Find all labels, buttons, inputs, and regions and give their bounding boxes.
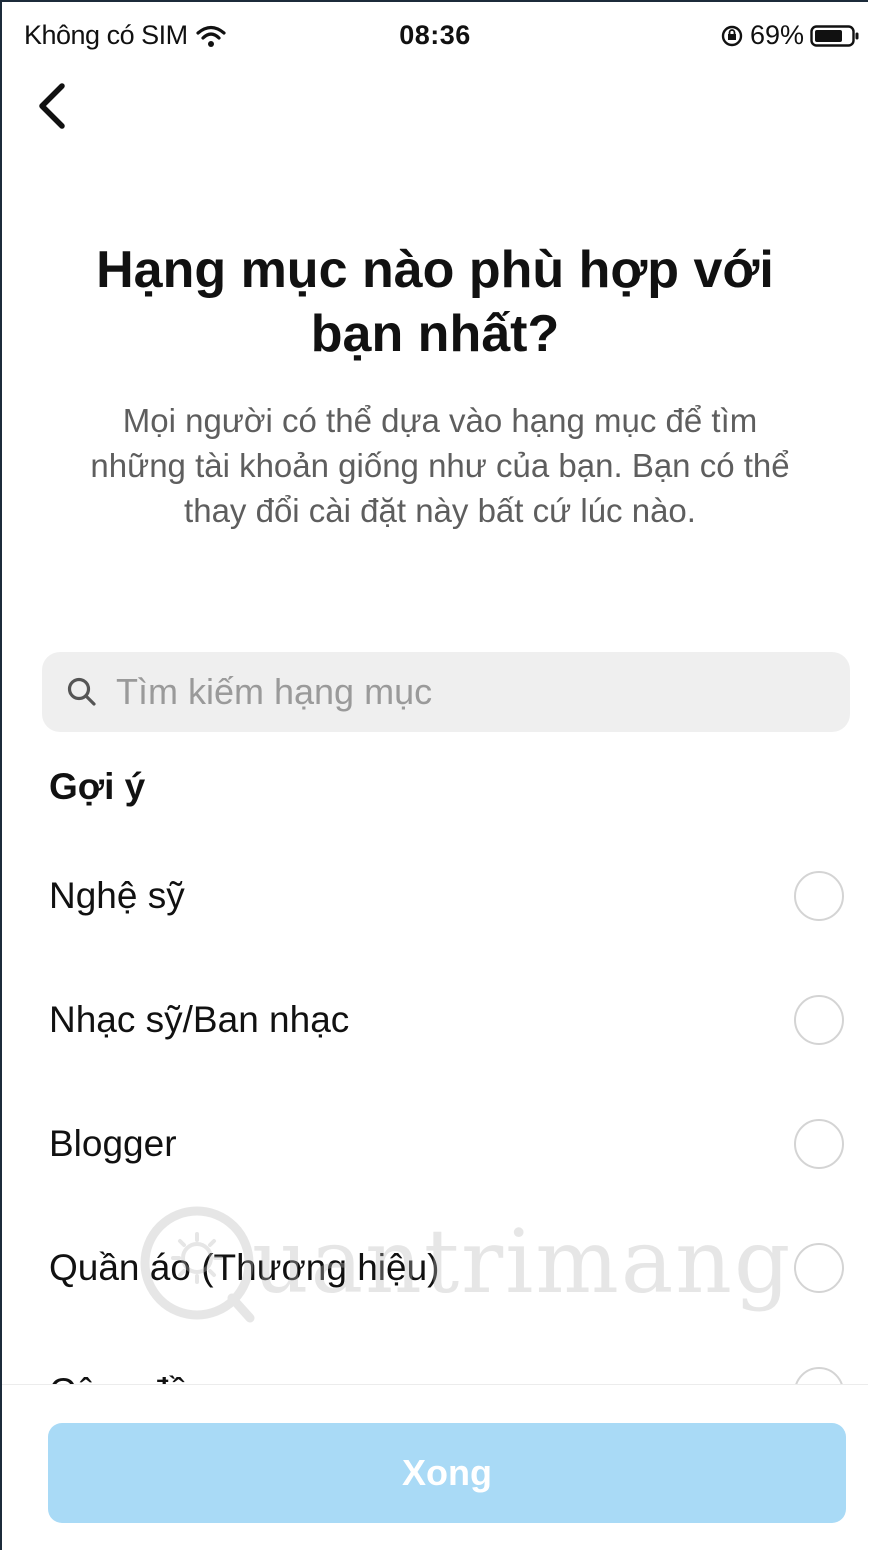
category-item-artist[interactable]: Nghệ sỹ [2, 834, 868, 958]
category-item-musician-band[interactable]: Nhạc sỹ/Ban nhạc [2, 958, 868, 1082]
category-item-blogger[interactable]: Blogger [2, 1082, 868, 1206]
search-box[interactable] [42, 652, 850, 732]
status-right: 69% [720, 20, 860, 51]
footer: Xong [2, 1384, 868, 1550]
category-item-clothing-brand[interactable]: Quần áo (Thương hiệu) [2, 1206, 868, 1330]
suggestions-heading: Gợi ý [49, 766, 146, 807]
back-button[interactable] [24, 80, 80, 136]
battery-icon [810, 24, 860, 48]
radio-button[interactable] [794, 1367, 844, 1384]
radio-button[interactable] [794, 995, 844, 1045]
category-item-community[interactable]: Cộng đồng [2, 1330, 868, 1384]
radio-button[interactable] [794, 871, 844, 921]
screen: Không có SIM 08:36 69% Hạng mục nào phù … [0, 0, 868, 1550]
page-title: Hạng mục nào phù hợp với bạn nhất? [96, 241, 774, 363]
battery-percent: 69% [749, 20, 804, 50]
category-label: Blogger [49, 1123, 177, 1164]
category-label: Nghệ sỹ [49, 875, 185, 916]
lock-rotation-icon [720, 24, 744, 48]
category-label: Nhạc sỹ/Ban nhạc [49, 999, 350, 1040]
search-icon [64, 674, 100, 710]
category-list: Nghệ sỹ Nhạc sỹ/Ban nhạc Blogger Quần áo… [2, 834, 868, 1384]
category-label: Cộng đồng [49, 1371, 230, 1384]
search-input[interactable] [114, 661, 818, 723]
done-button[interactable]: Xong [48, 1423, 846, 1523]
category-label: Quần áo (Thương hiệu) [49, 1247, 440, 1288]
page-subtitle: Mọi người có thể dựa vào hạng mục để tìm… [90, 402, 790, 529]
radio-button[interactable] [794, 1243, 844, 1293]
chevron-left-icon [32, 80, 72, 137]
radio-button[interactable] [794, 1119, 844, 1169]
status-bar: Không có SIM 08:36 69% [2, 10, 868, 66]
